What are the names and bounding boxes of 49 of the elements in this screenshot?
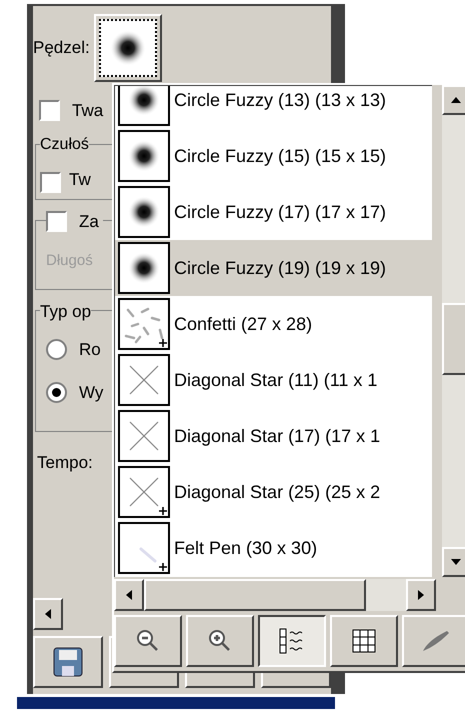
paint-brush-button[interactable]	[402, 615, 465, 667]
radio-label: Wy	[79, 382, 104, 404]
save-button[interactable]	[33, 636, 103, 688]
scroll-down-button[interactable]	[442, 547, 465, 577]
left-arrow-icon	[45, 609, 51, 619]
radio-button[interactable]	[46, 382, 67, 404]
checkbox-label: Twa	[72, 100, 104, 122]
brush-name: Felt Pen (30 x 30)	[174, 536, 318, 560]
scroll-left-button[interactable]	[114, 579, 144, 611]
length-label: Długoś	[46, 251, 93, 271]
view-mode-button[interactable]	[258, 615, 326, 667]
radio-button[interactable]	[46, 338, 67, 360]
brush-label: Pędzel:	[33, 37, 90, 60]
grid-view-icon	[352, 629, 376, 653]
fuzzy-circle-icon	[128, 252, 160, 284]
checkbox[interactable]	[40, 172, 61, 192]
fuzzy-circle-icon	[110, 30, 146, 66]
brush-name: Circle Fuzzy (17) (17 x 17)	[174, 200, 386, 224]
checkbox-label: Za	[79, 210, 99, 232]
brush-name: Circle Fuzzy (15) (15 x 15)	[174, 144, 386, 168]
vertical-scrollbar[interactable]	[442, 85, 465, 577]
right-arrow-icon	[418, 590, 424, 600]
scroll-right-button[interactable]	[406, 579, 436, 611]
scroll-left-button[interactable]	[33, 598, 63, 630]
up-arrow-icon	[451, 97, 461, 103]
fuzzy-circle-icon	[128, 196, 160, 228]
brush-name: Diagonal Star (11) (11 x 1	[174, 368, 378, 392]
brush-name: Diagonal Star (25) (25 x 2	[174, 480, 380, 504]
felt-pen-icon	[139, 547, 157, 563]
brush-name: Circle Fuzzy (19) (19 x 19)	[174, 256, 386, 280]
checkbox-label: Tw	[69, 169, 91, 191]
brush-name: Diagonal Star (17) (17 x 1	[174, 424, 380, 448]
rate-label: Tempo:	[36, 452, 94, 474]
checkbox[interactable]	[39, 100, 60, 122]
brush-name: Confetti (27 x 28)	[174, 312, 312, 336]
scroll-thumb[interactable]	[144, 579, 366, 611]
fuzzy-circle-icon	[128, 140, 160, 172]
left-arrow-icon	[126, 590, 132, 600]
brush-button[interactable]	[94, 14, 162, 82]
scroll-up-button[interactable]	[442, 85, 465, 115]
zoom-out-button[interactable]	[114, 615, 182, 667]
down-arrow-icon	[451, 559, 461, 565]
radio-label: Ro	[79, 338, 101, 360]
horizontal-scrollbar[interactable]	[114, 579, 436, 611]
paint-brush-icon	[421, 629, 451, 653]
scroll-thumb[interactable]	[442, 303, 465, 375]
brush-name: Circle Fuzzy (13) (13 x 13)	[174, 88, 386, 112]
zoom-in-button[interactable]	[186, 615, 254, 667]
brush-list-item[interactable]: Circle Fuzzy (19) (19 x 19)	[115, 240, 432, 296]
